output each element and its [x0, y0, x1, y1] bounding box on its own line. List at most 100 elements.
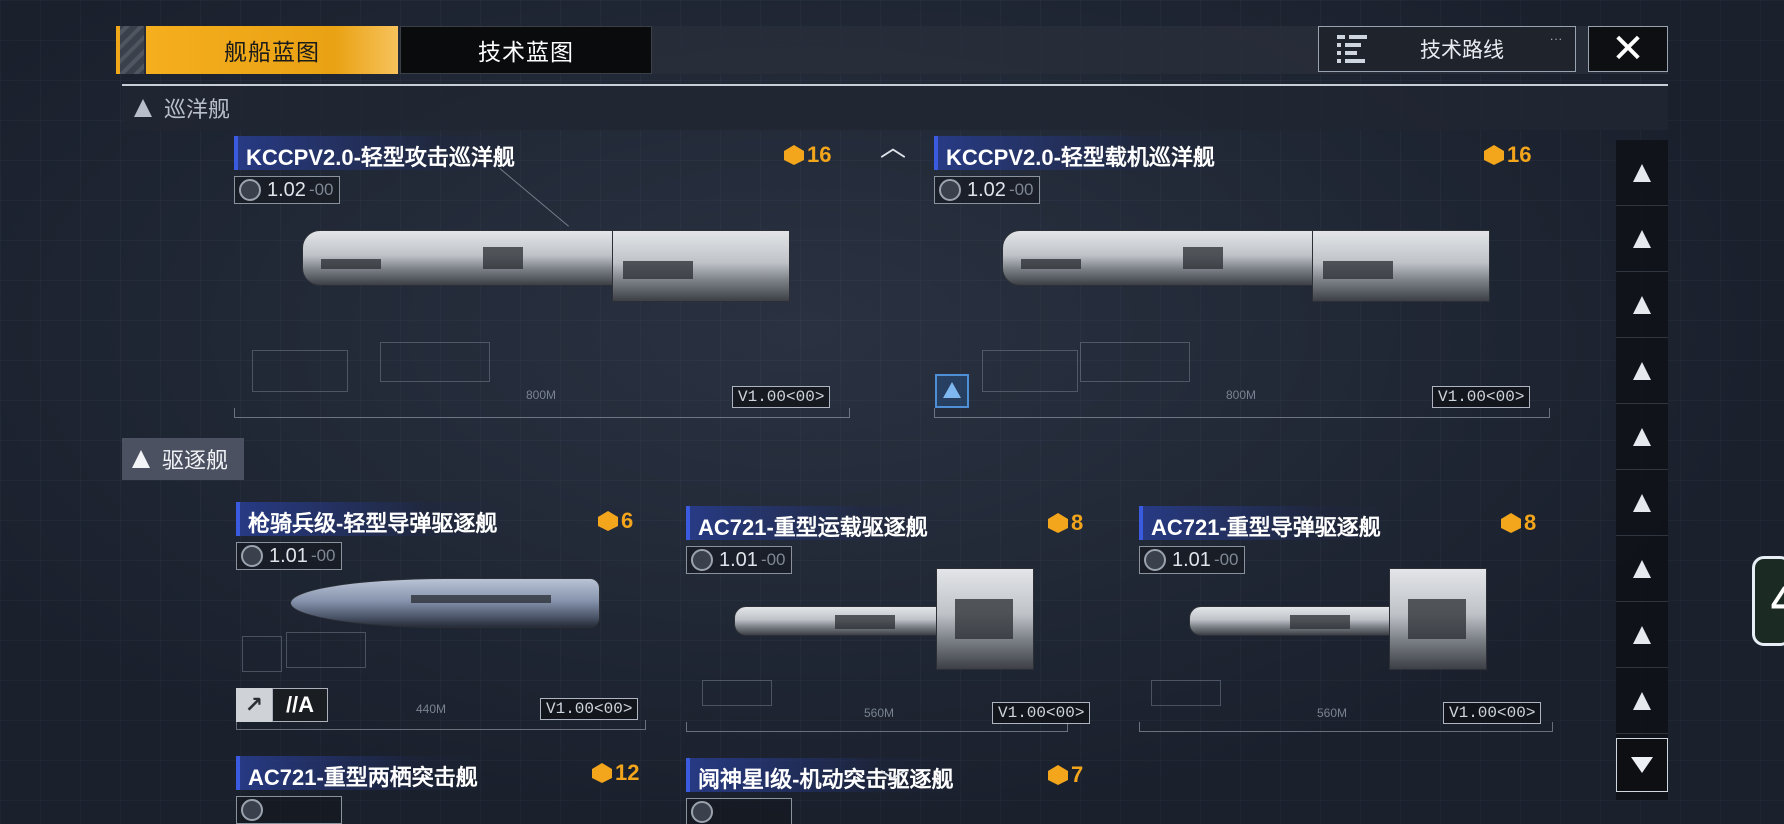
frigate-class-icon — [1633, 361, 1651, 380]
ship-model-bridge — [1312, 230, 1490, 302]
ship-name: AC721-重型运载驱逐舰 — [686, 506, 938, 540]
tech-route-label: 技术路线 — [1420, 39, 1504, 62]
ship-model-bridge — [612, 230, 790, 302]
globe-icon — [239, 179, 261, 201]
cost-icon — [1484, 145, 1504, 165]
tab-ship-blueprint[interactable]: 舰船蓝图 — [146, 26, 398, 74]
blueprint-schematic — [1151, 680, 1221, 706]
tech-tree-icon — [1333, 29, 1373, 69]
ship-model — [1002, 230, 1328, 286]
blueprint-schematic — [380, 342, 490, 382]
filter-icon — [1631, 757, 1653, 773]
globe-icon — [939, 179, 961, 201]
globe-icon — [241, 799, 263, 821]
ship-name: AC721-重型导弹驱逐舰 — [1139, 506, 1391, 540]
section-destroyer-label: 驱逐舰 — [162, 448, 229, 473]
sidebar-item-corvette[interactable] — [1616, 404, 1668, 470]
sidebar-item-carrier[interactable] — [1616, 140, 1668, 206]
sidebar-item-frigate[interactable] — [1616, 338, 1668, 404]
destroyer-class-icon — [1633, 295, 1651, 314]
sidebar-item-support[interactable] — [1616, 602, 1668, 668]
length-ruler — [934, 408, 1550, 418]
section-header-destroyer: 驱逐舰 — [122, 438, 244, 480]
ship-cost: 6 — [598, 508, 633, 534]
ship-version: 1.02 -00 — [234, 176, 340, 204]
ship-cost: 16 — [784, 142, 831, 168]
section-header-cruiser: 巡洋舰 — [122, 86, 1668, 130]
ship-length: 440M — [416, 702, 447, 716]
tech-route-button[interactable]: 技术路线 ... — [1318, 26, 1576, 72]
scroll-down-icon[interactable]: ﹀ — [880, 770, 906, 796]
ship-model — [290, 578, 600, 628]
ship-card-kccpv-attack[interactable]: KCCPV2.0-轻型攻击巡洋舰 16 1.02 -00 800M V1.00<0… — [234, 136, 850, 418]
version-tag: V1.00<00> — [1443, 702, 1542, 724]
filter-button[interactable] — [1616, 738, 1668, 792]
carrier-icon — [935, 374, 969, 408]
ship-model — [734, 606, 944, 636]
ship-cost: 7 — [1048, 762, 1083, 788]
station-class-icon — [1633, 559, 1651, 578]
ship-card-ac721-missile[interactable]: AC721-重型导弹驱逐舰 8 1.01 -00 560M V1.00<00> — [1139, 506, 1553, 738]
version-tag: V1.00<00> — [1432, 386, 1531, 408]
cost-icon — [1048, 513, 1068, 533]
blueprint-schematic — [286, 632, 366, 668]
ship-cost: 16 — [1484, 142, 1531, 168]
globe-icon — [691, 801, 713, 823]
ship-name: 枪骑兵级-轻型导弹驱逐舰 — [236, 502, 508, 536]
ship-length: 560M — [864, 706, 895, 720]
corvette-class-icon — [1633, 427, 1651, 446]
version-tag: V1.00<00> — [732, 386, 831, 408]
sidebar-item-fighter[interactable] — [1616, 470, 1668, 536]
floating-widget[interactable]: 4 — [1752, 556, 1784, 646]
cruiser-class-icon — [1633, 229, 1651, 248]
ship-version — [686, 798, 792, 824]
ship-model — [1189, 606, 1399, 636]
lancer-class-icon — [241, 545, 263, 567]
cost-icon — [784, 145, 804, 165]
ship-model-bridge — [936, 568, 1034, 670]
tab-bar-accent — [116, 26, 144, 74]
blueprint-schematic — [252, 350, 348, 392]
tab-tech-blueprint[interactable]: 技术蓝图 — [400, 26, 652, 74]
blueprint-schematic — [982, 350, 1078, 392]
ship-card-ac721-transport[interactable]: AC721-重型运载驱逐舰 8 1.01 -00 560M V1.00<00> — [686, 506, 1091, 738]
ship-version: 1.02 -00 — [934, 176, 1040, 204]
section-cruiser-label: 巡洋舰 — [164, 97, 231, 122]
length-ruler — [234, 408, 850, 418]
close-button[interactable]: ✕ — [1588, 26, 1668, 72]
utility-class-icon — [1633, 691, 1651, 710]
ship-name: KCCPV2.0-轻型攻击巡洋舰 — [234, 136, 525, 170]
sidebar-item-utility[interactable] — [1616, 668, 1668, 734]
ship-length: 800M — [526, 388, 557, 402]
ship-version: 1.01 -00 — [1139, 546, 1245, 574]
destroyer-icon — [132, 450, 150, 468]
blueprint-schematic — [1080, 342, 1190, 382]
ship-cost: 8 — [1048, 510, 1083, 536]
sidebar-item-destroyer[interactable] — [1616, 272, 1668, 338]
ship-model — [302, 230, 628, 286]
scroll-up-icon[interactable]: ︿ — [880, 134, 906, 160]
ship-card-kccpv-carrier[interactable]: KCCPV2.0-轻型载机巡洋舰 16 1.02 -00 800M V1.00<0… — [934, 136, 1550, 418]
close-icon: ✕ — [1611, 27, 1645, 71]
ship-name: AC721-重型两栖突击舰 — [236, 756, 488, 790]
globe-icon — [1144, 549, 1166, 571]
ship-card-ac721-amphibious[interactable]: AC721-重型两栖突击舰 12 — [236, 756, 646, 824]
sidebar-item-station[interactable] — [1616, 536, 1668, 602]
version-tag: V1.00<00> — [992, 702, 1091, 724]
sidebar-item-cruiser[interactable] — [1616, 206, 1668, 272]
ship-version: 1.01 -00 — [686, 546, 792, 574]
blueprint-schematic — [242, 636, 282, 672]
ship-length: 800M — [1226, 388, 1257, 402]
ship-cost: 12 — [592, 760, 639, 786]
more-dots: ... — [1549, 29, 1563, 43]
ship-cost: 8 — [1501, 510, 1536, 536]
globe-icon — [691, 549, 713, 571]
ship-length: 560M — [1317, 706, 1348, 720]
carrier-class-icon — [1633, 163, 1651, 182]
ship-name: 阋神星I级-机动突击驱逐舰 — [686, 758, 964, 792]
role-icon: ↗ — [236, 688, 272, 722]
cost-icon — [1048, 765, 1068, 785]
ship-class-sidebar — [1616, 140, 1668, 800]
version-tag: V1.00<00> — [540, 698, 639, 720]
ship-version — [236, 796, 342, 824]
